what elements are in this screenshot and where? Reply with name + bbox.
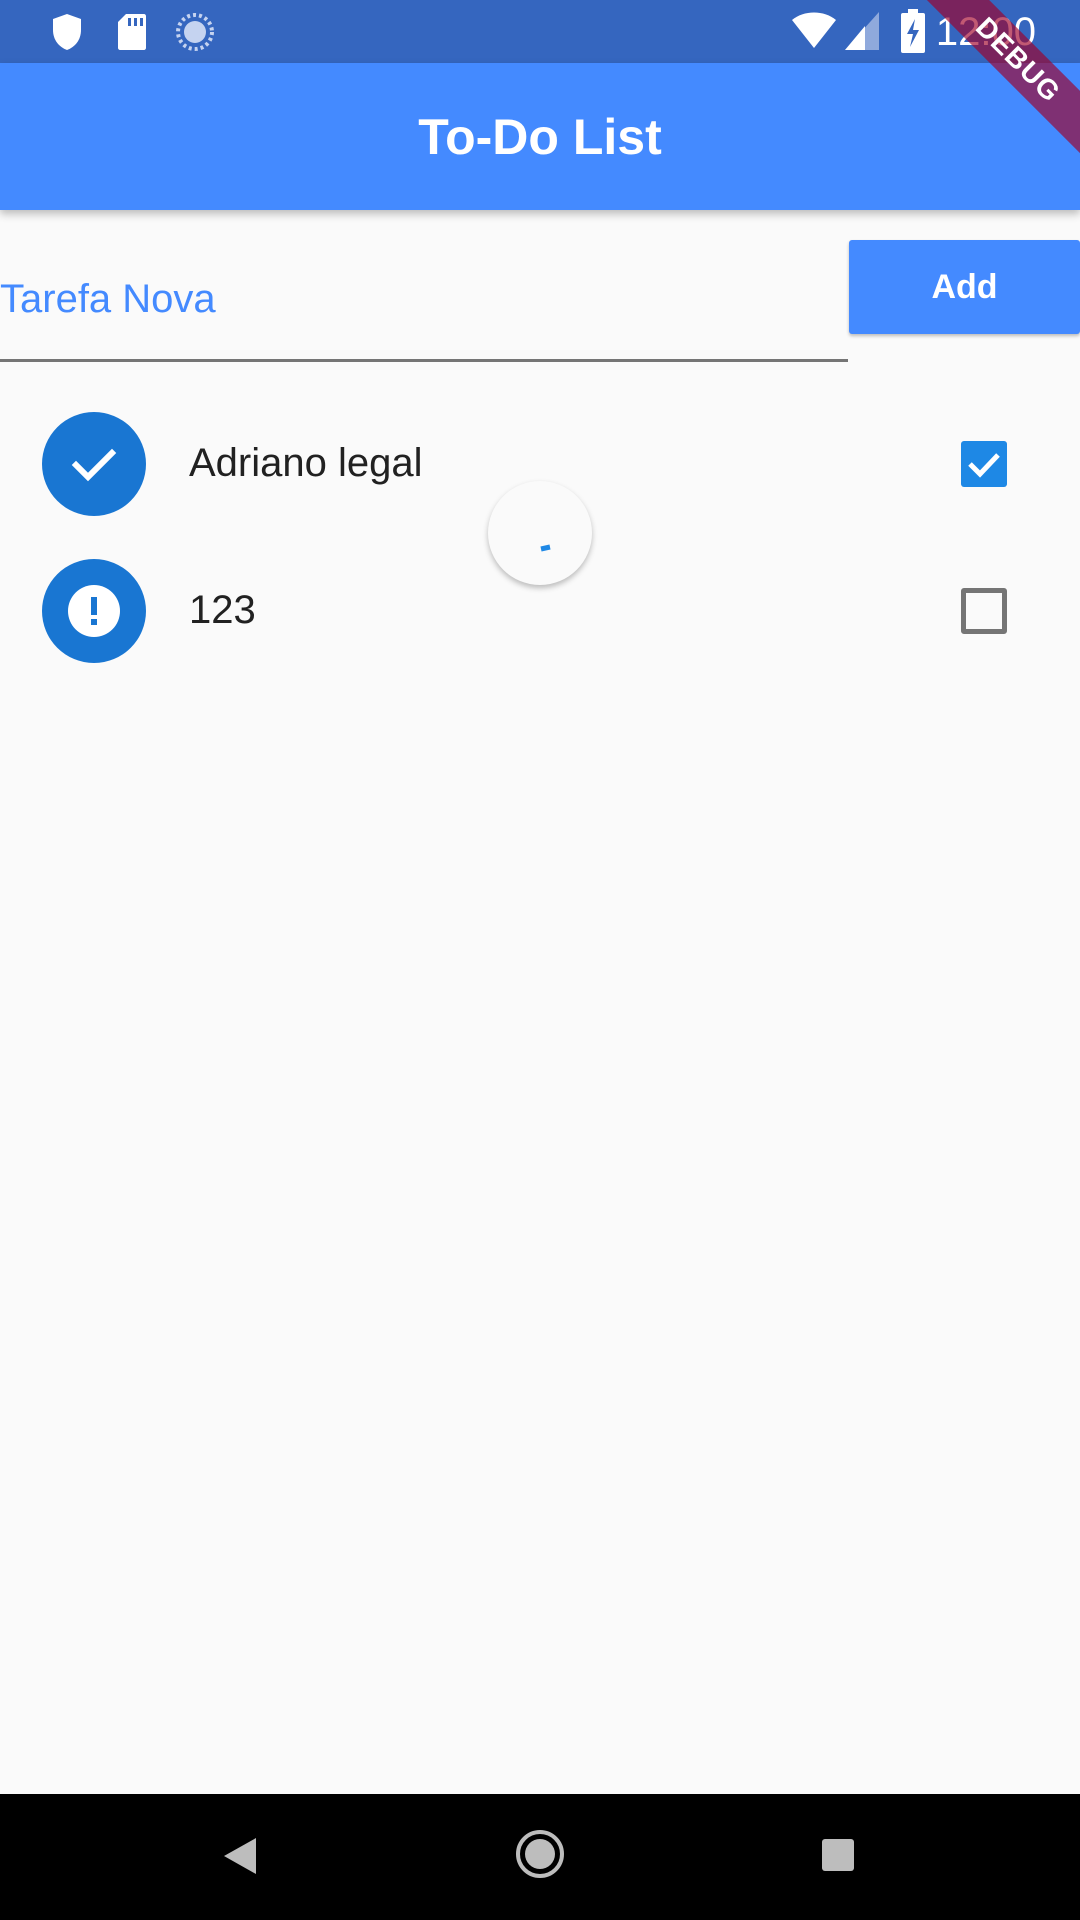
recents-icon[interactable] (821, 1838, 855, 1877)
cell-signal-icon (843, 10, 881, 57)
task-label: Adriano legal (189, 441, 423, 485)
home-icon[interactable] (514, 1828, 566, 1885)
wifi-icon (790, 10, 838, 55)
page-title: To-Do List (418, 109, 662, 165)
app-bar: To-Do List (0, 63, 1080, 210)
refresh-indicator (488, 481, 592, 585)
task-label: 123 (189, 588, 256, 632)
status-bar: 12:00 (0, 0, 1080, 63)
check-icon (42, 412, 146, 516)
spinner-icon (540, 544, 551, 552)
sync-icon (175, 12, 215, 57)
error-icon (42, 559, 146, 663)
battery-charging-icon (900, 8, 926, 59)
task-checkbox[interactable] (961, 441, 1007, 487)
shield-icon (50, 12, 84, 57)
back-icon[interactable] (222, 1836, 258, 1881)
nav-bar (0, 1794, 1080, 1920)
new-task-input[interactable] (0, 240, 848, 362)
add-task-button[interactable]: Add (849, 240, 1080, 334)
status-time: 12:00 (935, 10, 1036, 54)
screen: 12:00 DEBUG To-Do List Add Adriano legal… (0, 0, 1080, 1920)
sd-card-icon (116, 12, 148, 57)
task-checkbox[interactable] (961, 588, 1007, 634)
checkmark-icon (968, 453, 1000, 478)
